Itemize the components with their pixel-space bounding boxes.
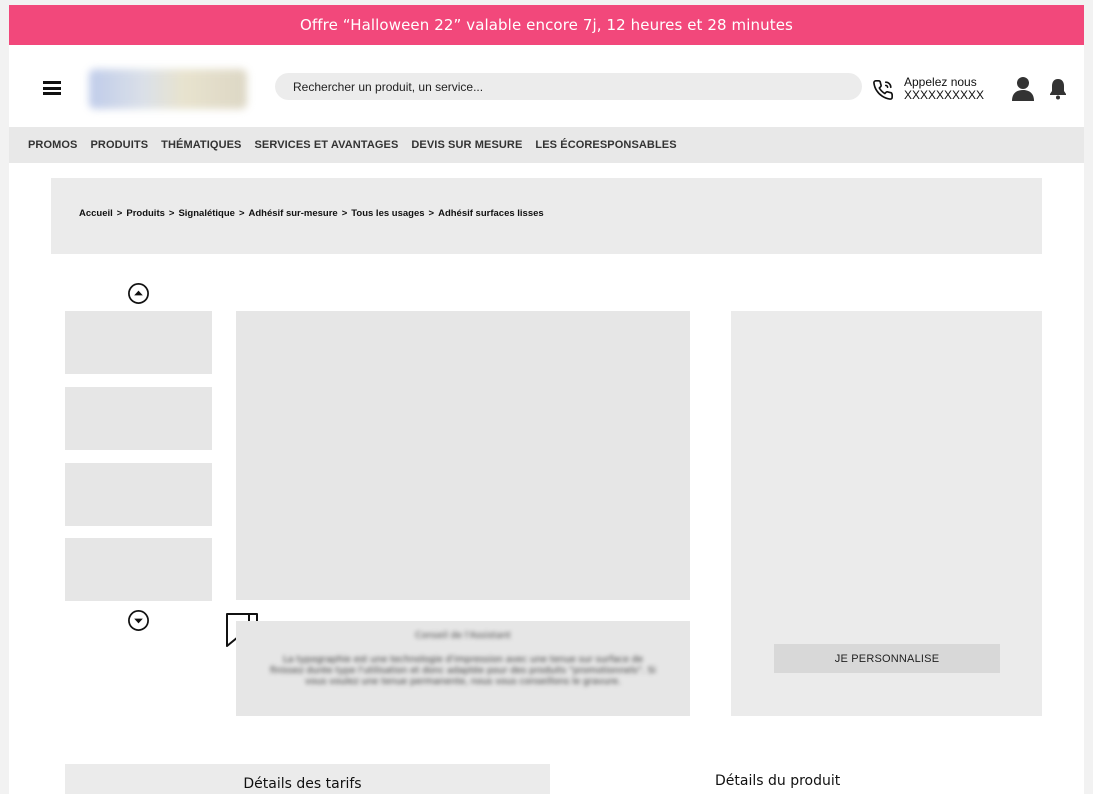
breadcrumb-separator: > [341,208,348,219]
thumbnail-4[interactable] [65,538,212,601]
breadcrumb-item[interactable]: Signalétique [178,208,234,219]
header: Appelez nous XXXXXXXXXX [9,45,1084,127]
menu-icon[interactable] [43,81,61,95]
logo[interactable] [89,69,247,109]
product-main-image [236,311,690,600]
tab-product-label: Détails du produit [715,773,841,789]
bell-icon[interactable] [1049,78,1067,100]
nav-item-thematiques[interactable]: THÉMATIQUES [161,139,241,151]
promo-text: Offre “Halloween 22” valable encore 7j, … [300,16,793,34]
breadcrumb-separator: > [428,208,435,219]
promo-banner: Offre “Halloween 22” valable encore 7j, … [9,5,1084,45]
user-icon[interactable] [1012,76,1034,102]
phone-icon[interactable] [872,78,894,102]
breadcrumb-item[interactable]: Produits [126,208,165,219]
advice-text: La typographie est une technologie d'imp… [270,655,656,687]
thumbnail-3[interactable] [65,463,212,526]
breadcrumb-container: Accueil > Produits > Signalétique > Adhé… [51,178,1042,254]
advice-title: Conseil de l'Assistant [415,631,511,641]
tab-product-details[interactable]: Détails du produit [715,773,840,789]
page: Offre “Halloween 22” valable encore 7j, … [9,5,1084,794]
breadcrumb-separator: > [168,208,175,219]
thumbnail-2[interactable] [65,387,212,450]
customize-button[interactable]: JE PERSONNALISE [774,644,1000,673]
nav-item-ecoresponsables[interactable]: LES ÉCORESPONSABLES [535,139,676,151]
search-input[interactable] [275,73,862,100]
call-number: XXXXXXXXXX [904,88,985,102]
breadcrumb-separator: > [238,208,245,219]
breadcrumb-item[interactable]: Accueil [79,208,113,219]
advice-panel: Conseil de l'Assistant La typographie es… [236,621,690,716]
chevron-down-circle-icon[interactable] [127,609,150,632]
nav-item-services[interactable]: SERVICES ET AVANTAGES [254,139,398,151]
thumbnail-1[interactable] [65,311,212,374]
call-info[interactable]: Appelez nous XXXXXXXXXX [904,76,984,102]
tab-pricing-label: Détails des tarifs [243,776,362,792]
nav-item-devis[interactable]: DEVIS SUR MESURE [411,139,522,151]
main-nav: PROMOS PRODUITS THÉMATIQUES SERVICES ET … [9,127,1084,163]
nav-item-promos[interactable]: PROMOS [28,139,78,151]
nav-item-produits[interactable]: PRODUITS [91,139,149,151]
breadcrumb-item[interactable]: Adhésif sur-mesure [249,208,338,219]
breadcrumb-current: Adhésif surfaces lisses [438,208,544,219]
breadcrumb-item[interactable]: Tous les usages [351,208,424,219]
breadcrumb-separator: > [116,208,123,219]
tab-pricing-details[interactable]: Détails des tarifs [65,764,550,794]
chevron-up-circle-icon[interactable] [127,282,150,305]
breadcrumb: Accueil > Produits > Signalétique > Adhé… [79,208,544,219]
